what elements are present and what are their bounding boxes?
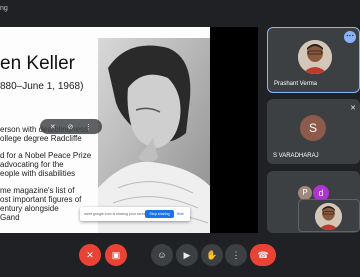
raise-hand-icon[interactable]: ✋ <box>201 244 223 266</box>
avatar: P <box>298 186 312 200</box>
tile-overlay-controls[interactable]: ✕ ⊘ ⋮ <box>40 119 102 134</box>
present-icon[interactable]: ▶ <box>176 244 198 266</box>
end-call-icon[interactable]: ☎ <box>250 244 276 266</box>
mic-off-icon: ✕ <box>350 105 356 112</box>
avatar: S <box>300 115 326 141</box>
top-bar: ng <box>0 0 360 20</box>
emoji-icon[interactable]: ☺ <box>151 244 173 266</box>
slide-bullet: d for a Nobel Peace Prize advocating for… <box>0 151 92 178</box>
shared-slide: en Keller 880–June 1, 1968) erson with d… <box>0 27 210 233</box>
more-vert-icon[interactable]: ⋮ <box>85 123 92 131</box>
stop-sharing-button[interactable]: Stop sharing <box>145 210 174 218</box>
control-bar: ✕ ▣ ☺ ▶ ✋ ⋮ ☎ <box>0 240 360 277</box>
sharing-banner-text: meet.google.com is sharing your screen. <box>84 212 146 216</box>
hide-banner-button[interactable]: Hide <box>177 212 184 216</box>
unpin-icon[interactable]: ⊘ <box>68 123 74 131</box>
avatar <box>315 203 342 230</box>
meeting-title: ng <box>0 5 8 12</box>
presentation-stage: en Keller 880–June 1, 1968) erson with d… <box>0 27 258 233</box>
self-view[interactable] <box>298 199 360 232</box>
more-vert-icon[interactable]: ⋮ <box>225 244 247 266</box>
camera-off-icon[interactable]: ▣ <box>105 244 127 266</box>
participant-name: Prashant Verma <box>274 81 318 87</box>
more-options-icon[interactable]: ⋯ <box>344 31 356 43</box>
portrait-photo <box>98 38 210 233</box>
mic-off-icon[interactable]: ✕ <box>79 244 101 266</box>
avatar <box>298 40 332 74</box>
participant-tile[interactable]: ⋯ Prashant Verma <box>267 27 360 93</box>
slide-dates: 880–June 1, 1968) <box>0 81 84 92</box>
participant-name: S VARADHARAJ <box>273 153 319 159</box>
slide-title: en Keller <box>0 53 75 74</box>
participant-tile[interactable]: ✕ S S VARADHARAJ <box>267 99 360 164</box>
sharing-banner: meet.google.com is sharing your screen. … <box>80 207 190 221</box>
mic-off-icon[interactable]: ✕ <box>50 123 56 131</box>
